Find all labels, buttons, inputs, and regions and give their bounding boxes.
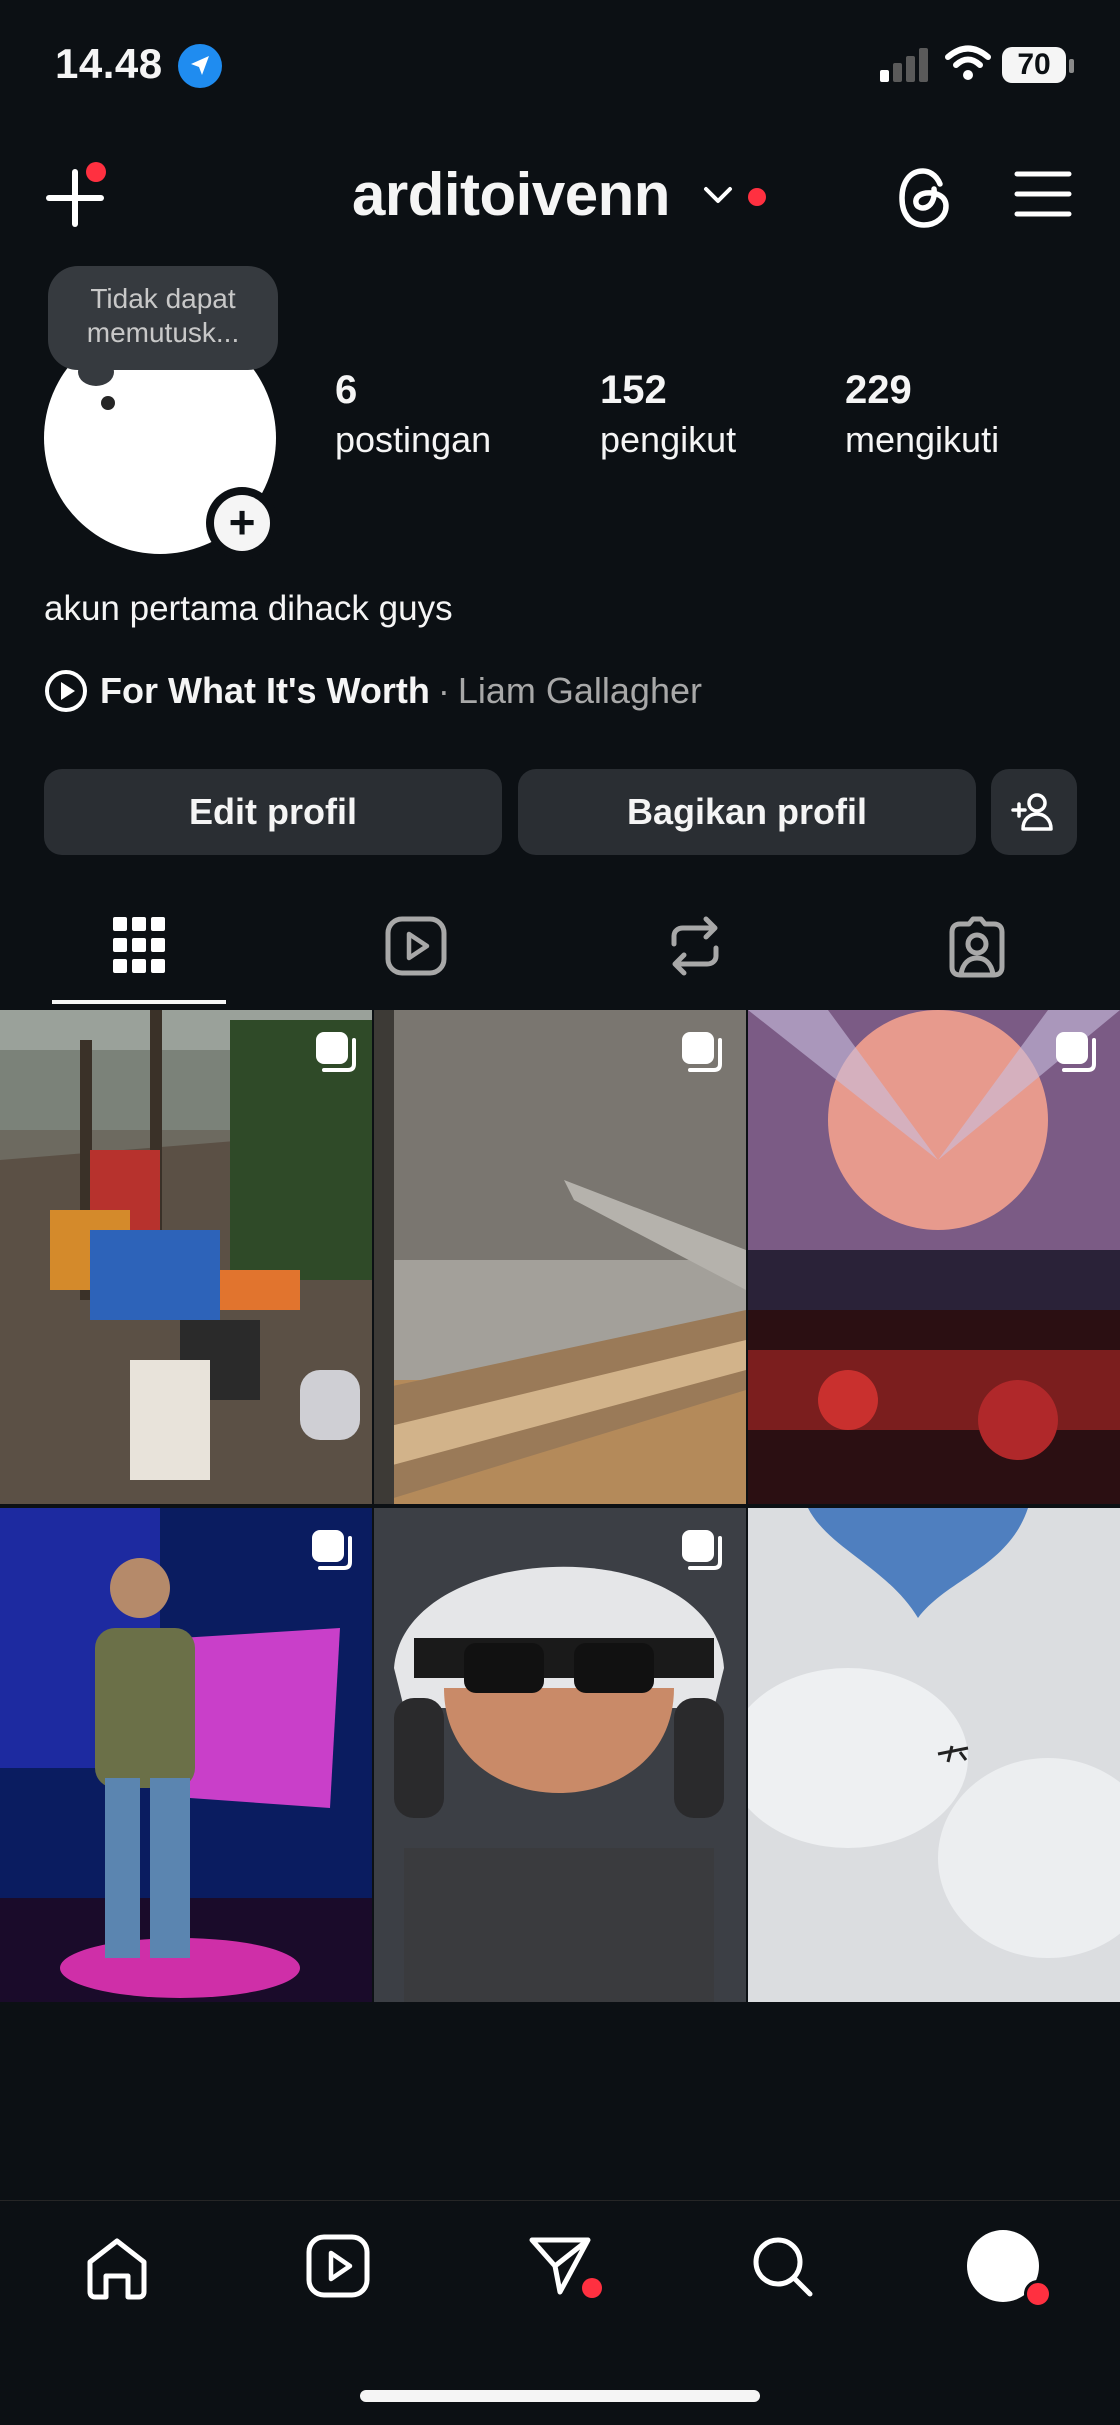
carousel-icon bbox=[310, 1528, 354, 1577]
status-time: 14.48 bbox=[55, 40, 163, 87]
wifi-icon bbox=[945, 44, 991, 87]
carousel-icon bbox=[1054, 1030, 1098, 1079]
nav-reels[interactable] bbox=[306, 2234, 370, 2303]
tab-grid[interactable] bbox=[113, 917, 165, 978]
post-tile[interactable] bbox=[0, 1010, 372, 1504]
post-image bbox=[748, 1010, 1120, 1504]
stat-value: 152 bbox=[600, 368, 667, 412]
stat-following[interactable]: 229 mengikuti bbox=[845, 368, 999, 461]
profile-music[interactable]: For What It's Worth · Liam Gallagher bbox=[44, 669, 702, 713]
direct-notification-dot bbox=[582, 2278, 602, 2298]
account-notification-dot bbox=[748, 188, 766, 206]
post-tile[interactable] bbox=[0, 1508, 372, 2002]
chevron-down-icon[interactable] bbox=[702, 184, 734, 211]
carousel-icon bbox=[314, 1030, 358, 1079]
tab-reposts[interactable] bbox=[666, 914, 724, 983]
search-icon bbox=[753, 2237, 813, 2297]
add-person-icon bbox=[1011, 793, 1053, 831]
active-tab-indicator bbox=[52, 1000, 226, 1004]
battery-tip bbox=[1069, 59, 1074, 73]
stat-value: 229 bbox=[845, 368, 912, 412]
stat-label: postingan bbox=[335, 419, 492, 460]
profile-bio: akun pertama dihack guys bbox=[44, 589, 453, 628]
carousel-icon bbox=[680, 1528, 724, 1577]
post-image bbox=[374, 1508, 746, 2002]
notification-dot bbox=[86, 162, 106, 182]
tagged-person-icon bbox=[949, 916, 1005, 978]
post-image bbox=[0, 1508, 372, 2002]
post-tile[interactable] bbox=[748, 1508, 1120, 2002]
note-bubble[interactable]: Tidak dapat memutusk... bbox=[48, 266, 278, 370]
cellular-signal-icon bbox=[880, 48, 932, 87]
grid-icon bbox=[113, 917, 165, 973]
nav-home[interactable] bbox=[84, 2236, 150, 2305]
reels-icon bbox=[385, 916, 447, 976]
menu-icon[interactable] bbox=[1014, 170, 1072, 223]
tab-tagged[interactable] bbox=[946, 916, 1008, 983]
post-tile[interactable] bbox=[374, 1508, 746, 2002]
nav-search[interactable] bbox=[750, 2234, 814, 2303]
note-dot bbox=[101, 396, 115, 410]
carousel-icon bbox=[680, 1030, 724, 1079]
music-separator: · bbox=[437, 670, 450, 711]
stat-posts[interactable]: 6 postingan bbox=[335, 368, 491, 461]
stat-followers[interactable]: 152 pengikut bbox=[600, 368, 736, 461]
stat-label: pengikut bbox=[600, 419, 737, 460]
music-title: For What It's Worth bbox=[100, 670, 430, 711]
threads-icon[interactable] bbox=[896, 166, 956, 235]
add-story-button[interactable]: + bbox=[214, 495, 270, 551]
reels-icon bbox=[306, 2234, 370, 2298]
post-image bbox=[0, 1010, 372, 1504]
profile-username[interactable]: arditoivenn bbox=[352, 160, 670, 229]
post-tile[interactable] bbox=[748, 1010, 1120, 1504]
stat-value: 6 bbox=[335, 368, 358, 412]
battery-indicator: 70 bbox=[1002, 47, 1066, 83]
post-image bbox=[748, 1508, 1120, 2002]
edit-profile-button[interactable]: Edit profil bbox=[44, 769, 502, 855]
post-tile[interactable] bbox=[374, 1010, 746, 1504]
music-artist: Liam Gallagher bbox=[457, 670, 702, 711]
stat-label: mengikuti bbox=[845, 419, 1000, 460]
tab-reels[interactable] bbox=[385, 916, 447, 981]
profile-notification-dot bbox=[1024, 2280, 1052, 2308]
play-circle-icon bbox=[45, 670, 87, 712]
home-indicator[interactable] bbox=[360, 2390, 760, 2402]
location-arrow-icon bbox=[178, 44, 222, 88]
home-icon bbox=[87, 2238, 147, 2300]
discover-people-button[interactable] bbox=[991, 769, 1077, 855]
repost-icon bbox=[671, 916, 719, 976]
post-image bbox=[374, 1010, 746, 1504]
share-profile-button[interactable]: Bagikan profil bbox=[518, 769, 976, 855]
